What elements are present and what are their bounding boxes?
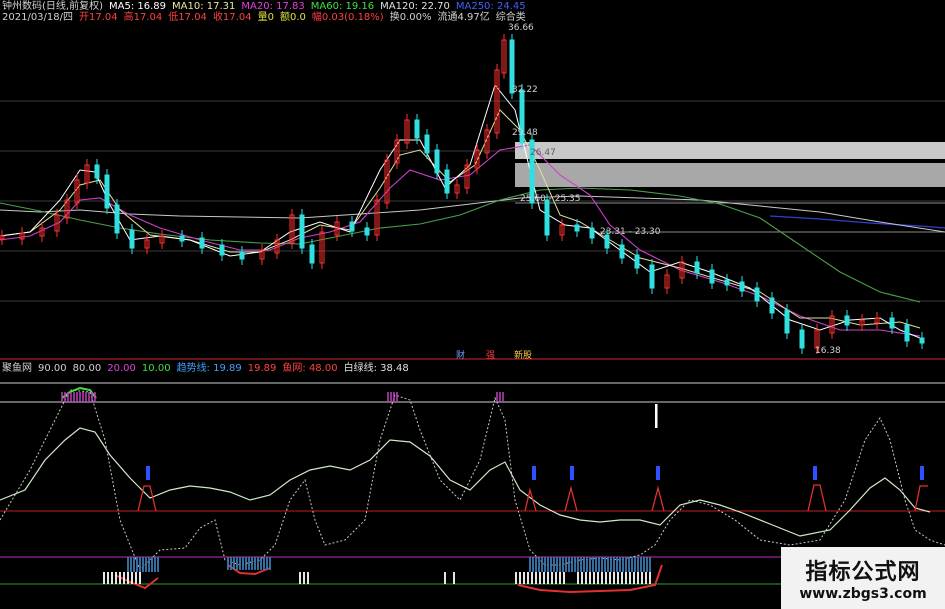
candle [769,297,775,314]
indicator-legend-item-2: 20.00 [107,363,136,374]
candle [434,149,440,174]
candle [114,204,120,234]
indicator-legend-values: 90.00 80.00 20.00 10.00 趋势线: 19.89 19.89 鱼网: 4… [38,363,415,374]
signal-xingu: 新股 [514,349,532,361]
indicator-legend-item-3: 10.00 [141,363,171,374]
candle [754,287,760,302]
candlestick-series [0,34,925,354]
candle [179,235,185,242]
indicator-name: 聚鱼网 [2,363,32,374]
candle [784,309,790,334]
candle [694,261,700,274]
indicator-legend-item-0: 90.00 [38,363,67,374]
candle [649,264,655,289]
zone-box-upper [515,142,945,159]
candle [724,279,730,286]
price-label-p1: 32.22 [512,85,538,95]
candle [844,315,850,326]
candle [574,224,580,232]
candle [414,119,420,139]
candle [239,251,245,260]
bottom-red-curves [114,564,663,594]
candle [919,337,925,344]
candle [219,244,225,256]
signal-cai: 财 [456,349,465,361]
candle [199,237,205,249]
candle [619,244,625,259]
indicator-legend-item-1: 80.00 [72,363,102,374]
candle [309,244,315,264]
candle [589,227,595,239]
candle [129,229,135,249]
bottom-signal-bars [103,557,651,584]
candle [709,269,715,284]
zone-box-lower [515,163,945,187]
indicator-legend-item-6: 鱼网: 48.00 [282,363,338,374]
candle [364,227,370,236]
watermark-url: www.zbgs3.com [799,586,927,602]
zone-label-3: 23.31 - 23.30 [600,227,661,237]
candle [299,214,305,249]
chart-canvas[interactable]: 36.66 32.22 29.48 16.38 26.47 25.60 - 25… [0,0,945,609]
candle [634,254,640,269]
watermark-title: 指标公式网 [805,560,921,585]
indicator-legend-item-4: 趋势线: 19.89 [176,363,242,374]
zone-label-2: 25.60 - 25.35 [520,194,581,204]
candle [904,324,910,342]
indicator-legend-row: 聚鱼网 90.00 80.00 20.00 10.00 趋势线: 19.89 19.89 鱼网… [2,363,421,374]
top-purple-ticks [61,392,504,402]
price-label-high: 36.66 [508,23,534,33]
price-label-low: 16.38 [815,346,841,356]
fishnet-dotted-line [0,389,945,571]
price-label-p2: 29.48 [512,128,538,138]
zone-label-1: 26.47 [530,148,556,158]
ma5-line [0,83,921,339]
white-signal-bar [655,404,658,428]
candle [424,134,430,154]
indicator-legend-item-5: 19.89 [247,363,277,374]
candle [739,281,745,292]
white-green-line [0,427,931,537]
signal-qiang: 强 [486,350,495,361]
stock-chart-window: 钟州数码(日线,前复权) MA5: 16.89 MA10: 17.31 MA20: 1… [0,0,945,609]
candle [889,317,895,329]
candle [444,169,450,194]
indicator-legend-item-7: 白绿线: 38.48 [343,363,409,374]
candle [94,164,100,179]
watermark-badge: 指标公式网 www.zbgs3.com [781,547,945,609]
blue-signal-markers [146,466,924,480]
candle [349,221,355,232]
candle [104,174,110,209]
candle [544,199,550,236]
candle [799,329,805,349]
